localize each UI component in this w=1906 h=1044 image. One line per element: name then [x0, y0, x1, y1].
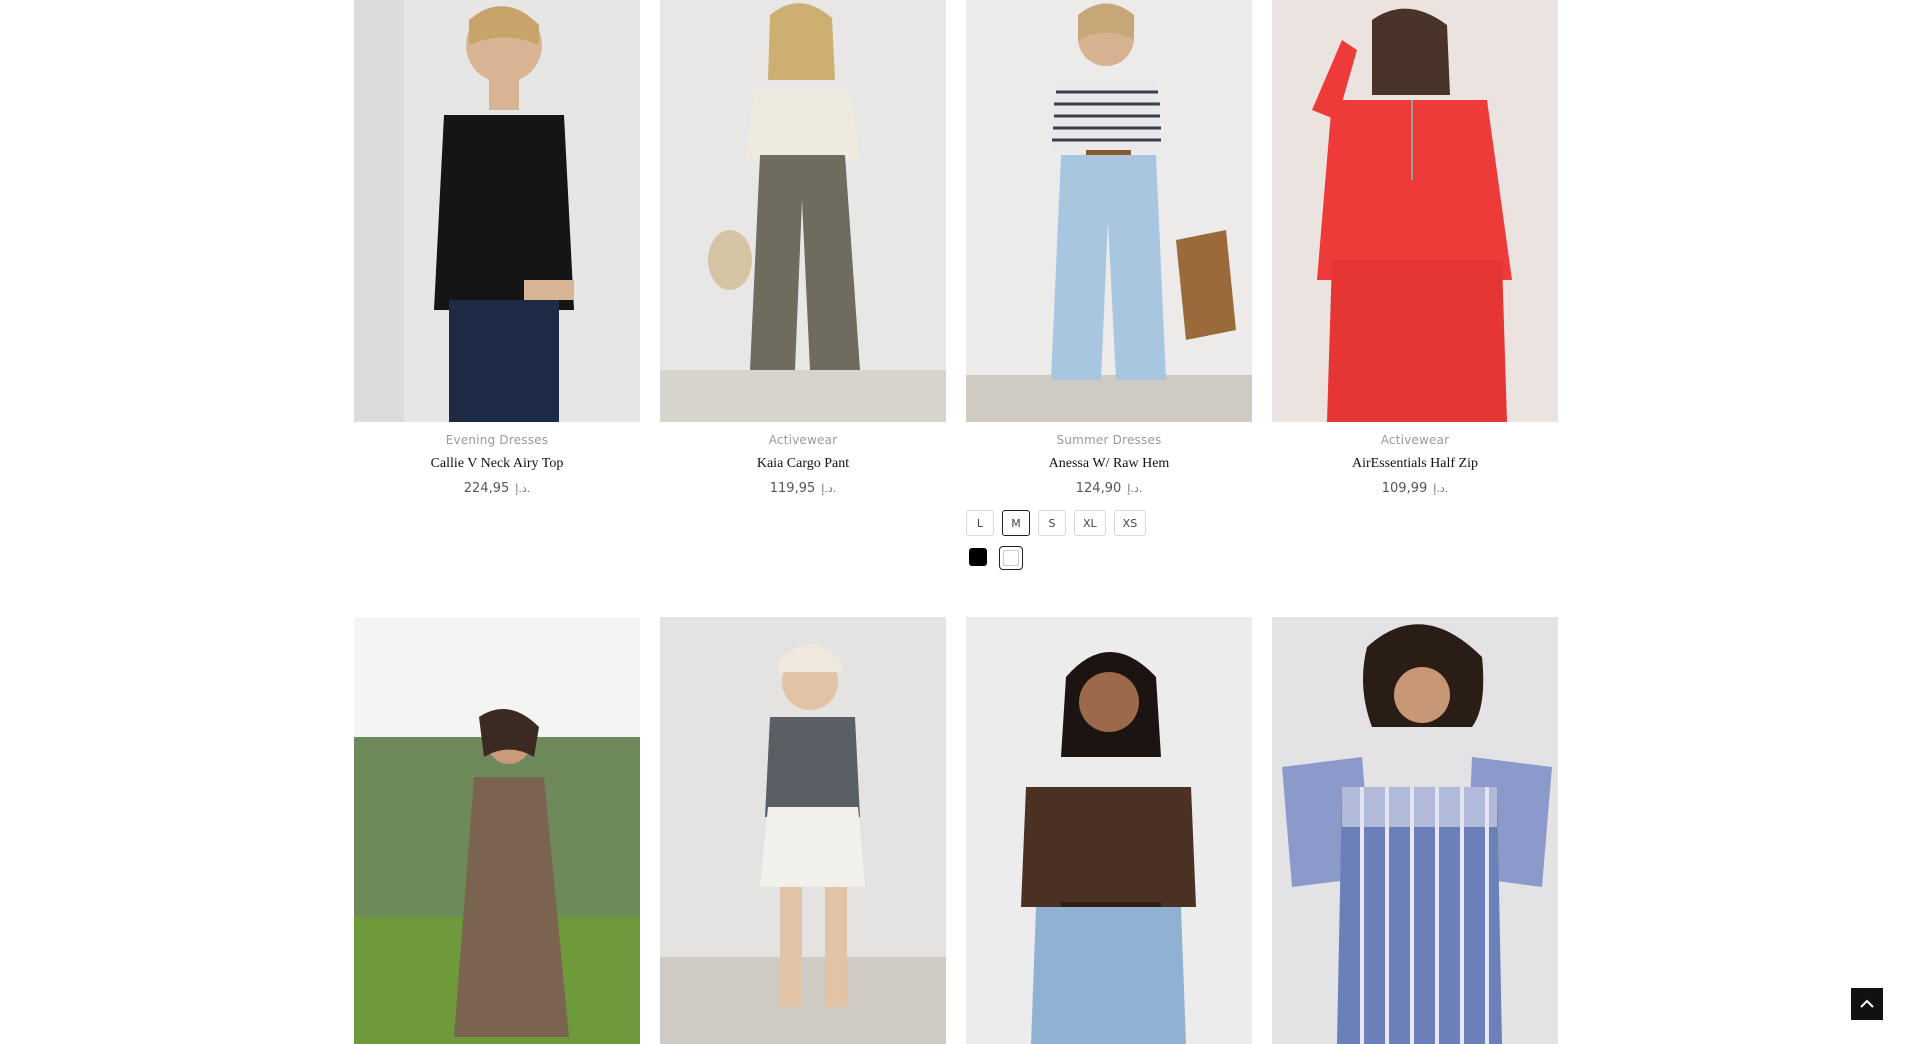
product-price: 124,90 د.إ. [1076, 481, 1142, 496]
product-card[interactable] [354, 617, 640, 1044]
product-card[interactable]: Activewear AirEssentials Half Zip 109,99… [1272, 0, 1558, 570]
size-option-l[interactable]: L [966, 510, 994, 536]
product-category: Evening Dresses [445, 433, 549, 447]
product-name[interactable]: Kaia Cargo Pant [757, 456, 849, 472]
product-image[interactable] [966, 0, 1252, 422]
product-card[interactable] [1272, 617, 1558, 1044]
chevron-up-icon [1860, 999, 1874, 1008]
product-card[interactable] [966, 617, 1252, 1044]
currency-symbol: د.إ. [515, 482, 531, 495]
size-options: L M S XL XS [966, 510, 1147, 536]
product-image[interactable] [660, 617, 946, 1044]
currency-symbol: د.إ. [1433, 482, 1449, 495]
product-image[interactable] [354, 617, 640, 1044]
product-grid-row-2 [354, 617, 1559, 1044]
product-image[interactable] [354, 0, 640, 422]
product-listing-page: Evening Dresses Callie V Neck Airy Top 2… [0, 0, 1906, 1044]
price-value: 124,90 [1075, 481, 1122, 496]
price-value: 119,95 [769, 481, 816, 496]
size-option-m[interactable]: M [1002, 510, 1030, 536]
price-value: 109,99 [1381, 481, 1428, 496]
product-card[interactable]: Evening Dresses Callie V Neck Airy Top 2… [354, 0, 640, 570]
scroll-to-top-button[interactable] [1851, 988, 1883, 1020]
size-option-s[interactable]: S [1038, 510, 1066, 536]
product-name[interactable]: Callie V Neck Airy Top [431, 456, 564, 472]
product-grid-row-1: Evening Dresses Callie V Neck Airy Top 2… [354, 0, 1559, 570]
color-swatch-white[interactable] [999, 546, 1023, 570]
product-card[interactable] [660, 617, 946, 1044]
product-name[interactable]: AirEssentials Half Zip [1352, 456, 1478, 472]
product-category: Summer Dresses [1056, 433, 1162, 447]
product-image[interactable] [1272, 0, 1558, 422]
product-card[interactable]: Summer Dresses Anessa W/ Raw Hem 124,90 … [966, 0, 1252, 570]
color-swatch-black[interactable] [969, 548, 987, 566]
color-swatches [966, 546, 1023, 570]
product-price: 119,95 د.إ. [770, 481, 836, 496]
product-image[interactable] [966, 617, 1252, 1044]
currency-symbol: د.إ. [821, 482, 837, 495]
product-price: 224,95 د.إ. [464, 481, 530, 496]
product-category: Activewear [768, 433, 838, 447]
product-image[interactable] [1272, 617, 1558, 1044]
product-price: 109,99 د.إ. [1382, 481, 1448, 496]
product-name[interactable]: Anessa W/ Raw Hem [1049, 456, 1170, 472]
price-value: 224,95 [463, 481, 510, 496]
size-option-xl[interactable]: XL [1074, 510, 1106, 536]
currency-symbol: د.إ. [1127, 482, 1143, 495]
product-category: Activewear [1380, 433, 1450, 447]
product-image[interactable] [660, 0, 946, 422]
size-option-xs[interactable]: XS [1113, 510, 1147, 536]
product-card[interactable]: Activewear Kaia Cargo Pant 119,95 د.إ. [660, 0, 946, 570]
